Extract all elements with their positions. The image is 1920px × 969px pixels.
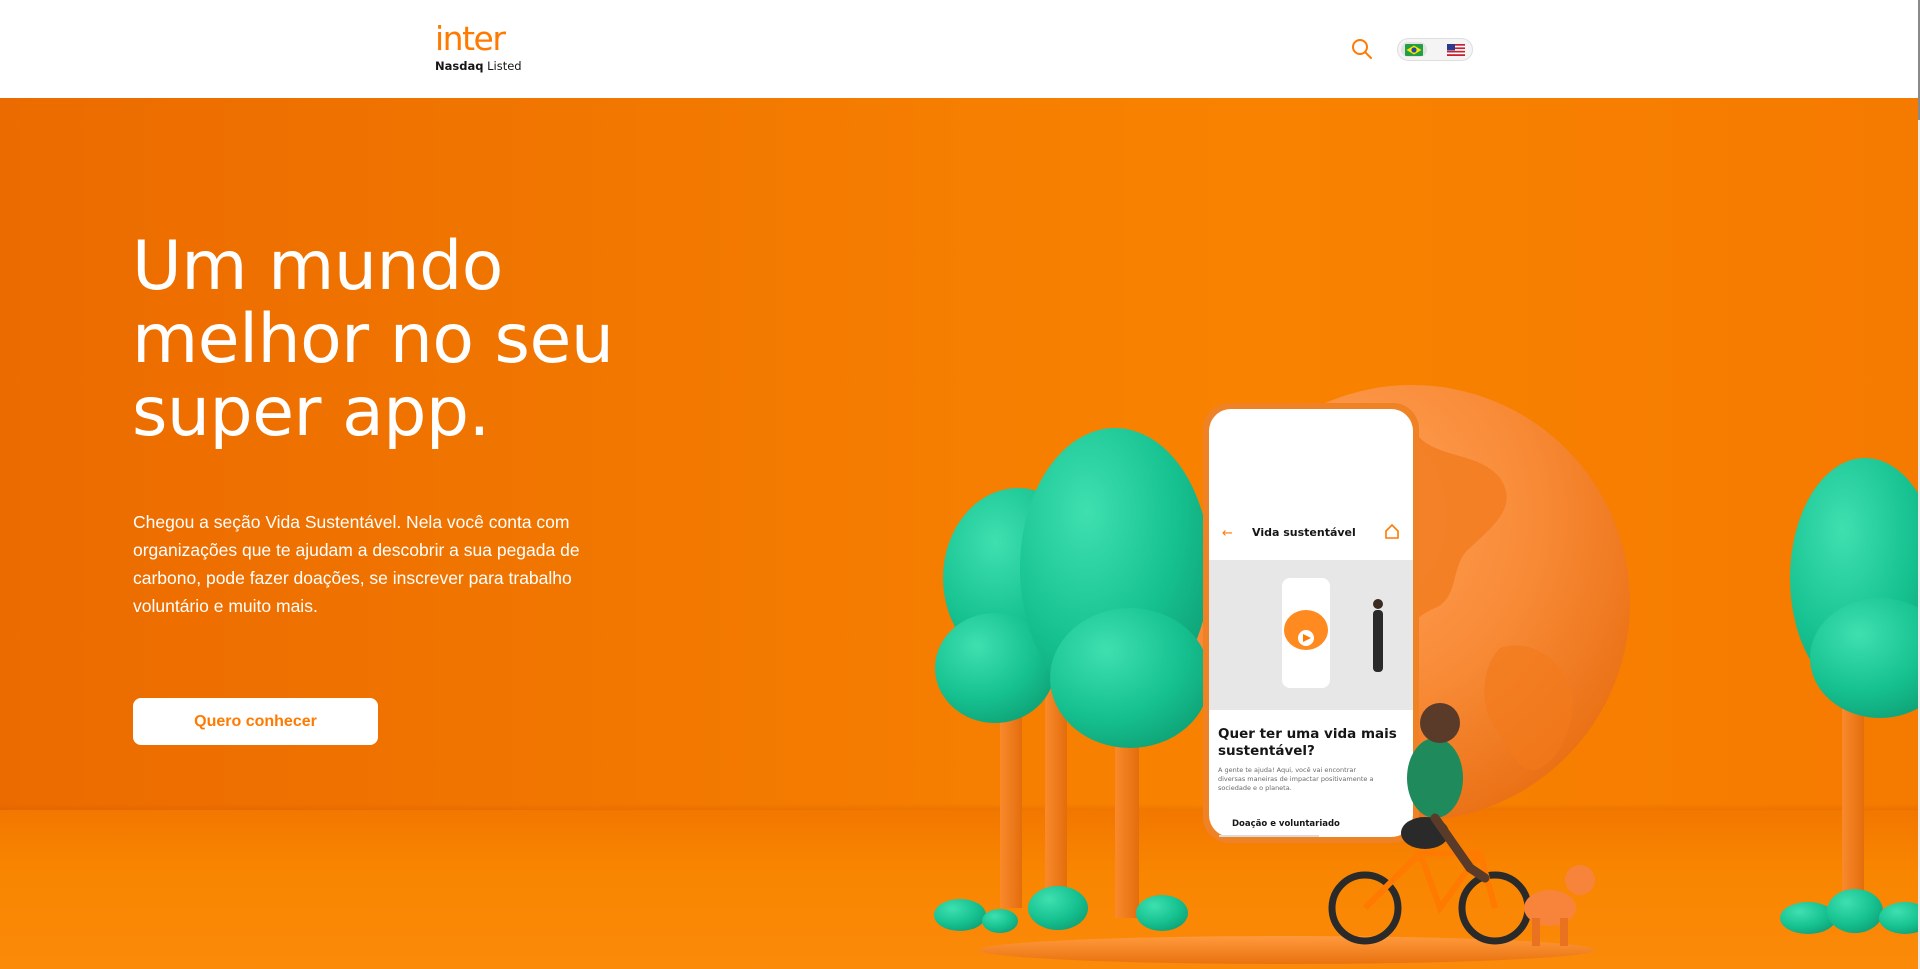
hero-title: Um mundo melhor no seu super app.: [132, 230, 752, 449]
bushes: [934, 886, 1918, 934]
dog-figure: [1524, 865, 1595, 946]
logo-sub-bold: Nasdaq: [435, 59, 484, 73]
hero-title-line-2: melhor no seu: [132, 300, 614, 379]
hero-banner: Um mundo melhor no seu super app. Chegou…: [0, 98, 1918, 969]
tree-left: [935, 428, 1210, 918]
hero-description: Chegou a seção Vida Sustentável. Nela vo…: [133, 512, 580, 616]
hero-illustration: Vida sustentável ← Quer ter uma vida mai…: [934, 385, 1918, 964]
logo-subtitle: Nasdaq Listed: [435, 59, 525, 73]
phone-heading: Quer ter uma vida mais: [1218, 726, 1397, 742]
language-switcher[interactable]: [1397, 38, 1473, 61]
phone-body-1: A gente te ajuda! Aqui, você vai encontr…: [1218, 766, 1356, 774]
language-option-en[interactable]: [1443, 42, 1469, 57]
phone-section-label: Doação e voluntariado: [1232, 819, 1340, 829]
phone-mockup: Vida sustentável ← Quer ter uma vida mai…: [1203, 403, 1419, 843]
logo-sub-regular: Listed: [487, 59, 522, 73]
site-header: inter Nasdaq Listed: [0, 0, 1920, 98]
phone-body-3: sociedade e o planeta.: [1218, 784, 1292, 792]
brazil-flag-icon: [1405, 43, 1423, 56]
logo-wordmark: inter: [435, 19, 506, 58]
search-button[interactable]: [1350, 37, 1374, 61]
hero-title-line-3: super app.: [132, 373, 490, 452]
search-icon: [1352, 39, 1372, 59]
phone-body-2: diversas maneiras de impactar positivame…: [1218, 775, 1373, 783]
inter-logo[interactable]: inter Nasdaq Listed: [435, 22, 525, 76]
phone-heading-2: sustentável?: [1218, 743, 1315, 759]
quero-conhecer-button[interactable]: Quero conhecer: [133, 698, 378, 745]
hero-title-line-1: Um mundo: [132, 227, 503, 306]
phone-screen-title: Vida sustentável: [1252, 526, 1356, 539]
tree-right: [1790, 458, 1918, 898]
language-option-pt[interactable]: [1401, 42, 1427, 57]
phone-back-icon: ←: [1222, 526, 1233, 541]
usa-flag-icon: [1447, 43, 1465, 56]
